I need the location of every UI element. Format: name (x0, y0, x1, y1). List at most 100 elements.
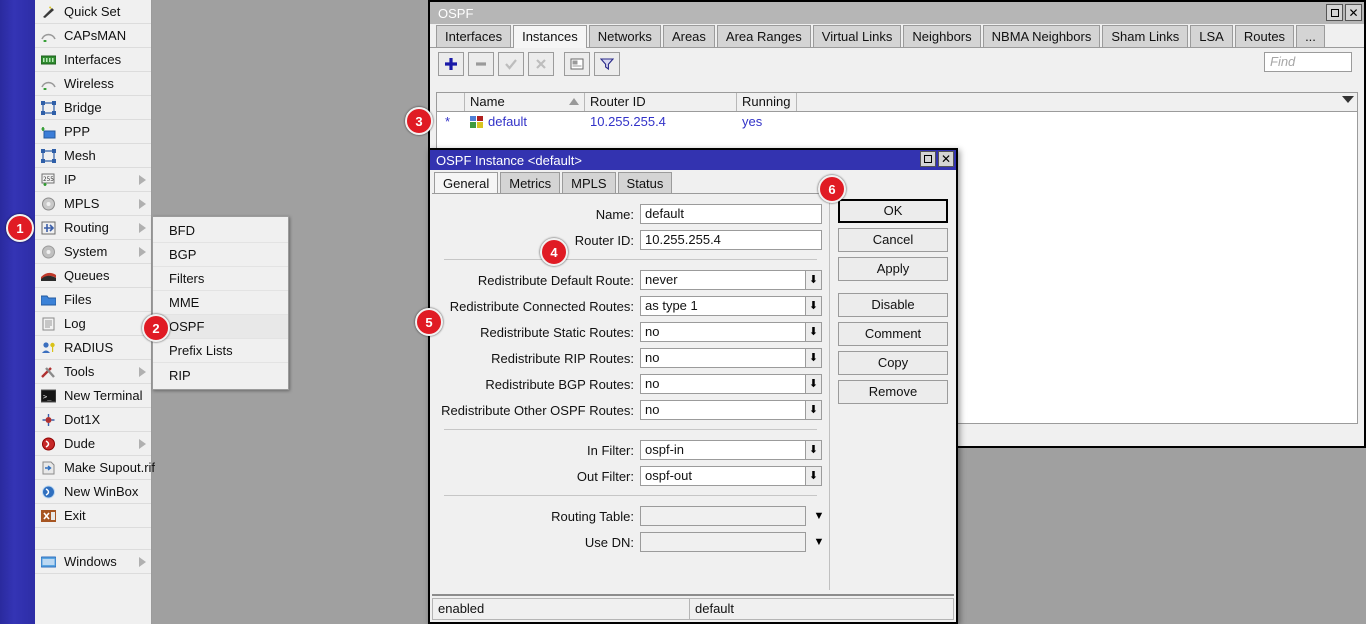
menu-item-label: RADIUS (64, 340, 113, 355)
menu-item-quick-set[interactable]: Quick Set (35, 0, 151, 24)
instance-tab-status[interactable]: Status (618, 172, 673, 193)
ospf-tab--[interactable]: ... (1296, 25, 1325, 47)
menu-item-radius[interactable]: RADIUS (35, 336, 151, 360)
input-routing-table[interactable] (640, 506, 806, 526)
ospf-tab-nbma-neighbors[interactable]: NBMA Neighbors (983, 25, 1101, 47)
menu-item-ppp[interactable]: PPP (35, 120, 151, 144)
routing-submenu-item-mme[interactable]: MME (153, 291, 288, 315)
table-row[interactable]: * default 10.255.255.4 yes (437, 112, 1357, 131)
ospf-tab-routes[interactable]: Routes (1235, 25, 1294, 47)
menu-item-dude[interactable]: Dude (35, 432, 151, 456)
dropdown-button-redistribute-other-ospf-routes[interactable]: ⬇ (806, 400, 822, 420)
routing-submenu-item-prefix-lists[interactable]: Prefix Lists (153, 339, 288, 363)
apply-button[interactable]: Apply (838, 257, 948, 281)
input-redistribute-connected-routes[interactable]: as type 1 (640, 296, 806, 316)
step-badge-1: 1 (6, 214, 34, 242)
dropdown-button-redistribute-bgp-routes[interactable]: ⬇ (806, 374, 822, 394)
input-redistribute-other-ospf-routes[interactable]: no (640, 400, 806, 420)
dropdown-button-redistribute-connected-routes[interactable]: ⬇ (806, 296, 822, 316)
table-header-name[interactable]: Name (465, 93, 585, 111)
find-input[interactable]: Find (1264, 52, 1352, 72)
maximize-icon[interactable] (920, 151, 936, 167)
routing-submenu-item-ospf[interactable]: OSPF (153, 315, 288, 339)
menu-item-new-terminal[interactable]: >_New Terminal (35, 384, 151, 408)
routing-submenu-item-label: Prefix Lists (169, 343, 233, 358)
dropdown-button-in-filter[interactable]: ⬇ (806, 440, 822, 460)
ok-button[interactable]: OK (838, 199, 948, 223)
menu-item-queues[interactable]: Queues (35, 264, 151, 288)
menu-item-new-winbox[interactable]: New WinBox (35, 480, 151, 504)
ospf-tab-sham-links[interactable]: Sham Links (1102, 25, 1188, 47)
enable-button[interactable] (498, 52, 524, 76)
form-row-redistribute-connected-routes: Redistribute Connected Routes:as type 1⬇ (432, 294, 829, 318)
input-redistribute-rip-routes[interactable]: no (640, 348, 806, 368)
routing-submenu-item-bfd[interactable]: BFD (153, 219, 288, 243)
close-icon[interactable]: ✕ (1345, 4, 1362, 21)
table-header-router-id[interactable]: Router ID (585, 93, 737, 111)
ospf-tab-virtual-links[interactable]: Virtual Links (813, 25, 902, 47)
menu-item-mpls[interactable]: MPLS (35, 192, 151, 216)
input-in-filter[interactable]: ospf-in (640, 440, 806, 460)
cancel-button[interactable]: Cancel (838, 228, 948, 252)
input-router-id[interactable]: 10.255.255.4 (640, 230, 822, 250)
menu-item-make-supout-rif[interactable]: Make Supout.rif (35, 456, 151, 480)
label-redistribute-other-ospf-routes: Redistribute Other OSPF Routes: (432, 403, 640, 418)
ospf-tab-neighbors[interactable]: Neighbors (903, 25, 980, 47)
chevron-down-icon: ⬇ (809, 405, 818, 416)
remove-button[interactable] (468, 52, 494, 76)
filter-button[interactable] (594, 52, 620, 76)
ospf-tab-areas[interactable]: Areas (663, 25, 715, 47)
close-icon[interactable]: ✕ (938, 151, 954, 167)
table-header-running[interactable]: Running (737, 93, 797, 111)
maximize-icon[interactable] (1326, 4, 1343, 21)
menu-item-tools[interactable]: Tools (35, 360, 151, 384)
menu-item-log[interactable]: Log (35, 312, 151, 336)
remove-button[interactable]: Remove (838, 380, 948, 404)
input-use-dn[interactable] (640, 532, 806, 552)
menu-item-mesh[interactable]: Mesh (35, 144, 151, 168)
input-name[interactable]: default (640, 204, 822, 224)
routing-submenu-item-filters[interactable]: Filters (153, 267, 288, 291)
dropdown-arrow-use-dn[interactable]: ▼ (811, 532, 827, 552)
menu-item-files[interactable]: Files (35, 288, 151, 312)
menu-item-wireless[interactable]: Wireless (35, 72, 151, 96)
dropdown-button-redistribute-rip-routes[interactable]: ⬇ (806, 348, 822, 368)
menu-item-capsman[interactable]: CAPsMAN (35, 24, 151, 48)
dropdown-button-redistribute-default-route[interactable]: ⬇ (806, 270, 822, 290)
menu-item-ip[interactable]: 255IP (35, 168, 151, 192)
disable-button[interactable] (528, 52, 554, 76)
instance-tab-mpls[interactable]: MPLS (562, 172, 615, 193)
menu-item-dot1x[interactable]: Dot1X (35, 408, 151, 432)
instance-tab-general[interactable]: General (434, 172, 498, 194)
menu-item-label: Tools (64, 364, 94, 379)
copy-button[interactable]: Copy (838, 351, 948, 375)
comment-button[interactable] (564, 52, 590, 76)
ospf-tab-networks[interactable]: Networks (589, 25, 661, 47)
dropdown-button-redistribute-static-routes[interactable]: ⬇ (806, 322, 822, 342)
disable-button[interactable]: Disable (838, 293, 948, 317)
input-redistribute-default-route[interactable]: never (640, 270, 806, 290)
add-button[interactable] (438, 52, 464, 76)
menu-item-system[interactable]: System (35, 240, 151, 264)
menu-item-exit[interactable]: Exit (35, 504, 151, 528)
menu-item-bridge[interactable]: Bridge (35, 96, 151, 120)
ospf-tab-interfaces[interactable]: Interfaces (436, 25, 511, 47)
dropdown-arrow-routing-table[interactable]: ▼ (811, 506, 827, 526)
ospf-tab-instances[interactable]: Instances (513, 25, 587, 48)
routing-submenu-item-rip[interactable]: RIP (153, 363, 288, 387)
instance-tab-metrics[interactable]: Metrics (500, 172, 560, 193)
ospf-tab-area-ranges[interactable]: Area Ranges (717, 25, 811, 47)
dropdown-button-out-filter[interactable]: ⬇ (806, 466, 822, 486)
input-redistribute-bgp-routes[interactable]: no (640, 374, 806, 394)
menu-item-routing[interactable]: Routing (35, 216, 151, 240)
input-redistribute-static-routes[interactable]: no (640, 322, 806, 342)
column-chooser-icon[interactable] (1342, 96, 1354, 103)
table-header-flag[interactable] (437, 93, 465, 111)
routing-submenu-item-bgp[interactable]: BGP (153, 243, 288, 267)
menu-item-interfaces[interactable]: Interfaces (35, 48, 151, 72)
comment-button[interactable]: Comment (838, 322, 948, 346)
table-header-spacer[interactable] (797, 93, 1357, 111)
menu-item-windows[interactable]: Windows (35, 550, 151, 574)
ospf-tab-lsa[interactable]: LSA (1190, 25, 1233, 47)
input-out-filter[interactable]: ospf-out (640, 466, 806, 486)
